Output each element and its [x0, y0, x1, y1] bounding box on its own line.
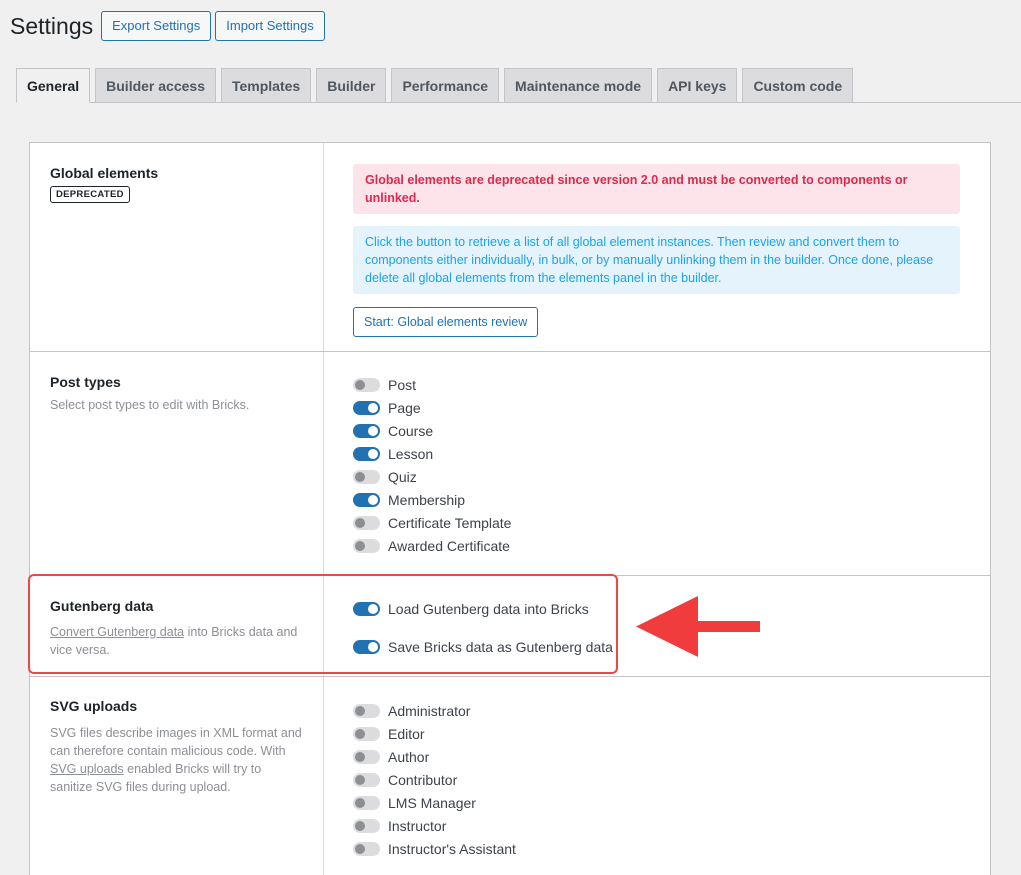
post-type-item: Quiz — [353, 465, 960, 488]
post-toggle[interactable] — [353, 377, 380, 392]
review-info-notice: Click the button to retrieve a list of a… — [353, 226, 960, 294]
certificate-template-toggle[interactable] — [353, 515, 380, 530]
post-types-row: Post types Select post types to edit wit… — [30, 352, 990, 576]
gutenberg-data-desc: Convert Gutenberg data into Bricks data … — [50, 623, 303, 659]
svg-role-item: Contributor — [353, 768, 960, 791]
toggle-label: Contributor — [388, 771, 458, 788]
toggle-label: LMS Manager — [388, 794, 476, 811]
author-toggle[interactable] — [353, 749, 380, 764]
svg-uploads-desc: SVG files describe images in XML format … — [50, 724, 303, 796]
svg-roles-list: Administrator Editor Author Contributor … — [353, 699, 960, 860]
lesson-toggle[interactable] — [353, 446, 380, 461]
toggle-label: Post — [388, 376, 417, 393]
tab-templates[interactable]: Templates — [220, 68, 312, 102]
toggle-label: Quiz — [388, 468, 417, 485]
settings-panel: Global elements DEPRECATED Global elemen… — [29, 142, 991, 875]
tab-builder-access[interactable]: Builder access — [95, 68, 216, 102]
post-types-desc: Select post types to edit with Bricks. — [50, 398, 250, 412]
export-settings-button[interactable]: Export Settings — [101, 11, 212, 41]
load-gutenberg-toggle[interactable] — [353, 601, 380, 616]
gutenberg-data-title: Gutenberg data — [50, 598, 154, 614]
toggle-label: Instructor's Assistant — [388, 840, 516, 857]
post-types-list: Post Page Course Lesson Quiz Membership … — [353, 373, 960, 557]
contributor-toggle[interactable] — [353, 772, 380, 787]
svg-role-item: Administrator — [353, 699, 960, 722]
post-type-item: Awarded Certificate — [353, 534, 960, 557]
global-elements-title: Global elements — [50, 165, 159, 181]
editor-toggle[interactable] — [353, 726, 380, 741]
awarded-certificate-toggle[interactable] — [353, 538, 380, 553]
post-type-item: Membership — [353, 488, 960, 511]
post-type-item: Lesson — [353, 442, 960, 465]
global-elements-row: Global elements DEPRECATED Global elemen… — [30, 143, 990, 352]
svg-role-item: Editor — [353, 722, 960, 745]
toggle-label: Course — [388, 422, 434, 439]
save-gutenberg-toggle[interactable] — [353, 639, 380, 654]
svg-desc-text: SVG files describe images in XML format … — [50, 726, 302, 758]
administrator-toggle[interactable] — [353, 703, 380, 718]
svg-role-item: Author — [353, 745, 960, 768]
settings-tabs: General Builder access Templates Builder… — [16, 68, 1021, 103]
membership-toggle[interactable] — [353, 492, 380, 507]
toggle-label: Instructor — [388, 817, 447, 834]
toggle-label: Load Gutenberg data into Bricks — [388, 600, 589, 617]
import-settings-button[interactable]: Import Settings — [215, 11, 325, 41]
svg-uploads-title: SVG uploads — [50, 698, 138, 714]
convert-gutenberg-link[interactable]: Convert Gutenberg data — [50, 625, 184, 639]
gutenberg-data-row: Gutenberg data Convert Gutenberg data in… — [30, 576, 990, 677]
toggle-label: Editor — [388, 725, 425, 742]
svg-uploads-row: SVG uploads SVG files describe images in… — [30, 677, 990, 875]
global-elements-review-button[interactable]: Start: Global elements review — [353, 307, 539, 337]
toggle-label: Lesson — [388, 445, 434, 462]
toggle-label: Save Bricks data as Gutenberg data — [388, 638, 613, 655]
svg-role-item: Instructor's Assistant — [353, 837, 960, 860]
tab-builder[interactable]: Builder — [316, 68, 387, 102]
toggle-label: Page — [388, 399, 421, 416]
page-title: Settings — [10, 13, 94, 39]
tab-maintenance-mode[interactable]: Maintenance mode — [504, 68, 653, 102]
page-toggle[interactable] — [353, 400, 380, 415]
instructors-assistant-toggle[interactable] — [353, 841, 380, 856]
lms-manager-toggle[interactable] — [353, 795, 380, 810]
svg-uploads-link[interactable]: SVG uploads — [50, 762, 124, 776]
quiz-toggle[interactable] — [353, 469, 380, 484]
svg-role-item: Instructor — [353, 814, 960, 837]
course-toggle[interactable] — [353, 423, 380, 438]
page-header: Settings Export Settings Import Settings — [10, 11, 329, 41]
post-type-item: Course — [353, 419, 960, 442]
tab-api-keys[interactable]: API keys — [657, 68, 738, 102]
tab-performance[interactable]: Performance — [391, 68, 500, 102]
post-type-item: Post — [353, 373, 960, 396]
instructor-toggle[interactable] — [353, 818, 380, 833]
deprecation-error-notice: Global elements are deprecated since ver… — [353, 164, 960, 214]
tab-general[interactable]: General — [16, 68, 91, 103]
tab-custom-code[interactable]: Custom code — [742, 68, 854, 102]
toggle-label: Administrator — [388, 702, 471, 719]
svg-role-item: LMS Manager — [353, 791, 960, 814]
toggle-label: Certificate Template — [388, 514, 512, 531]
post-type-item: Page — [353, 396, 960, 419]
deprecated-badge: DEPRECATED — [50, 186, 130, 203]
arrow-left-icon — [636, 596, 760, 657]
toggle-label: Author — [388, 748, 430, 765]
post-type-item: Certificate Template — [353, 511, 960, 534]
toggle-label: Membership — [388, 491, 466, 508]
toggle-label: Awarded Certificate — [388, 537, 510, 554]
post-types-title: Post types — [50, 374, 121, 390]
